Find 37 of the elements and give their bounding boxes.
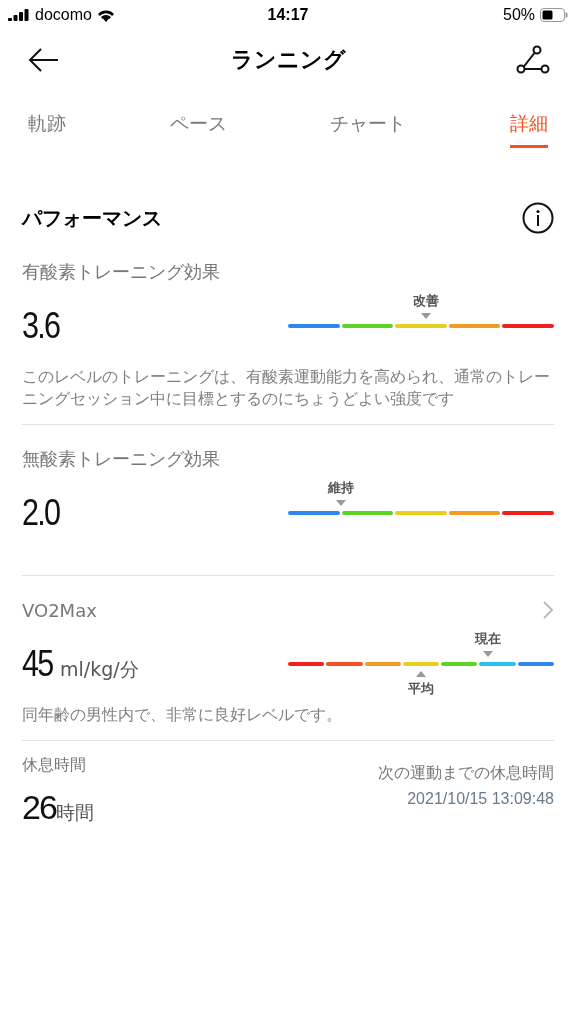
down-triangle-icon — [421, 313, 432, 319]
rest-unit: 時間 — [55, 801, 94, 825]
metric-value: 3.6 — [22, 305, 60, 347]
section-title: パフォーマンス — [22, 204, 162, 232]
tab[interactable]: 詳細 — [509, 110, 548, 148]
down-triangle-icon — [482, 651, 493, 657]
tab[interactable]: ペース — [169, 110, 227, 148]
battery-percent: 50% — [503, 6, 535, 24]
share-button[interactable] — [516, 45, 550, 75]
metric-label: 無酸素トレーニング効果 — [22, 447, 220, 471]
rest-label: 休息時間 — [22, 755, 86, 776]
up-triangle-icon — [416, 671, 426, 677]
tab[interactable]: 軌跡 — [28, 110, 66, 148]
signal-icon — [8, 9, 30, 21]
metric-value: 45 — [22, 643, 53, 685]
metric-value: 2.0 — [22, 492, 60, 534]
marker-label: 現在 — [474, 630, 501, 648]
carrier-name: docomo — [35, 6, 92, 24]
back-button[interactable] — [28, 47, 60, 73]
screen-title: ランニング — [230, 46, 346, 74]
metric-description: このレベルのトレーニングは、有酸素運動能力を高められ、通常のトレーニングセッション中に目標とするのにちょうどよい強度です — [22, 367, 551, 410]
battery-icon — [540, 8, 568, 22]
info-button[interactable] — [522, 202, 554, 234]
down-triangle-icon — [336, 500, 347, 506]
metric-description: 同年齢の男性内で、非常に良好レベルです。 — [22, 705, 343, 726]
rest-datetime: 2021/10/15 13:09:48 — [407, 790, 554, 808]
metric-label: 有酸素トレーニング効果 — [22, 260, 220, 284]
wifi-icon — [96, 8, 115, 22]
tab[interactable]: チャート — [330, 110, 407, 148]
status-time: 14:17 — [267, 6, 309, 24]
rest-value: 26 — [22, 788, 56, 827]
marker-label: 維持 — [328, 479, 355, 497]
marker-label: 改善 — [413, 292, 440, 310]
rest-caption: 次の運動までの休息時間 — [378, 763, 554, 784]
metric-unit: ml/kg/分 — [60, 657, 139, 682]
metric-label: VO2Max — [22, 599, 97, 621]
marker-label: 平均 — [408, 680, 434, 698]
